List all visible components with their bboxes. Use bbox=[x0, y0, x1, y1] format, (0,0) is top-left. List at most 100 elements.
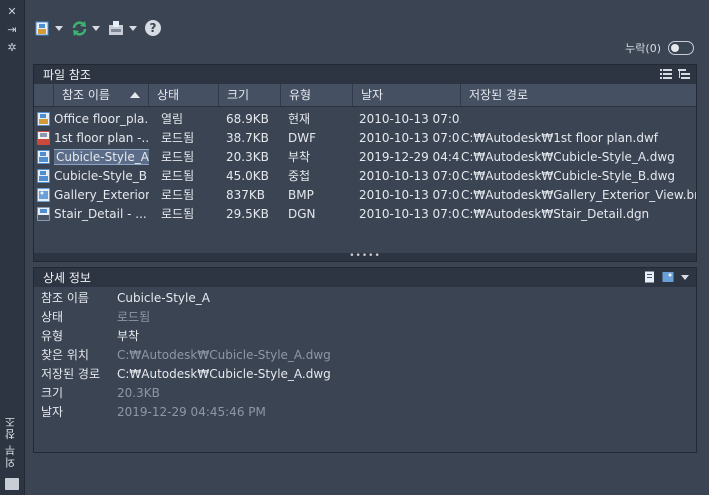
ref-size: 837KB bbox=[226, 188, 266, 202]
ref-status: 로드됨 bbox=[161, 188, 195, 202]
detail-value: 20.3KB bbox=[117, 386, 160, 400]
ref-type: 현재 bbox=[288, 112, 311, 126]
palette-icon bbox=[5, 478, 19, 490]
ref-name: Gallery_Exterior... bbox=[54, 188, 149, 202]
dwg-icon bbox=[37, 169, 50, 183]
detail-row: 참조 이름 Cubicle-Style_A bbox=[34, 289, 696, 308]
settings-icon[interactable]: ✲ bbox=[5, 42, 19, 54]
column-headers: 참조 이름 상태 크기 유형 날자 저장된 경로 bbox=[34, 84, 696, 107]
detail-label: 크기 bbox=[41, 386, 64, 400]
ref-status: 로드됨 bbox=[161, 169, 195, 183]
change-path-icon bbox=[109, 21, 123, 35]
missing-toggle[interactable] bbox=[668, 41, 694, 55]
chevron-down-icon[interactable] bbox=[129, 25, 137, 31]
table-row[interactable]: Cubicle-Style_B 로드됨 45.0KB 중첩 2010-10-13… bbox=[34, 167, 696, 186]
details-panel: 상세 정보 참조 이름 Cubicle-Style_A 상태 로드됨 유형 부착 찾은… bbox=[33, 267, 697, 453]
detail-row: 찾은 위치 C:₩Autodesk₩Cubicle-Style_A.dwg bbox=[34, 346, 696, 365]
panel-title: 파일 참조 bbox=[43, 68, 91, 82]
ref-path: C:₩Autodesk₩Stair_Detail.dgn bbox=[461, 207, 650, 221]
ref-name-selected: Cubicle-Style_A bbox=[54, 149, 149, 165]
ref-size: 38.7KB bbox=[226, 131, 269, 145]
file-references-panel: 파일 참조 참조 이름 상태 크기 유형 날자 저장된 경로 Office fl… bbox=[33, 64, 697, 262]
ref-status: 로드됨 bbox=[161, 150, 195, 164]
refresh-icon bbox=[72, 20, 87, 36]
close-icon[interactable]: ✕ bbox=[5, 6, 19, 18]
dgn-icon bbox=[37, 207, 50, 221]
ref-path: C:₩Autodesk₩Cubicle-Style_A.dwg bbox=[461, 150, 675, 164]
detail-label: 유형 bbox=[41, 329, 64, 343]
palette-title: 외부 참조 bbox=[4, 415, 17, 469]
column-status[interactable]: 상태 bbox=[149, 84, 219, 106]
detail-value[interactable]: 부착 bbox=[117, 327, 139, 346]
splitter-grip[interactable]: ••••• bbox=[34, 252, 696, 261]
detail-label: 참조 이름 bbox=[41, 291, 89, 305]
sort-ascending-icon bbox=[130, 92, 140, 98]
table-row[interactable]: Office floor_pla... 열림 68.9KB 현재 2010-10… bbox=[34, 110, 696, 129]
detail-row: 날자 2019-12-29 04:45:46 PM bbox=[34, 403, 696, 422]
ref-date: 2010-10-13 07:0... bbox=[359, 131, 461, 145]
change-path-button[interactable] bbox=[108, 20, 137, 36]
details-view-icon[interactable] bbox=[644, 271, 656, 283]
column-type[interactable]: 유형 bbox=[281, 84, 353, 106]
refresh-button[interactable] bbox=[71, 20, 100, 37]
ref-date: 2010-10-13 07:0... bbox=[359, 169, 461, 183]
palette-sidebar: ✕ ⇥ ✲ 외부 참조 bbox=[0, 0, 25, 495]
ref-type: DGN bbox=[288, 207, 316, 221]
ref-path: C:₩Autodesk₩1st floor plan.dwf bbox=[461, 131, 658, 145]
image-icon bbox=[37, 188, 50, 202]
dwf-icon bbox=[37, 131, 50, 145]
ref-type: DWF bbox=[288, 131, 317, 145]
help-button[interactable]: ? bbox=[145, 20, 161, 36]
detail-row: 유형 부착 bbox=[34, 327, 696, 346]
chevron-down-icon[interactable] bbox=[92, 25, 100, 31]
column-size[interactable]: 크기 bbox=[219, 84, 281, 106]
column-name[interactable]: 참조 이름 bbox=[54, 84, 149, 106]
missing-label: 누락(0) bbox=[625, 42, 661, 55]
preview-icon[interactable] bbox=[662, 271, 674, 283]
detail-label: 찾은 위치 bbox=[41, 348, 89, 362]
detail-row: 저장된 경로 C:₩Autodesk₩Cubicle-Style_A.dwg bbox=[34, 365, 696, 384]
detail-label: 날자 bbox=[41, 405, 64, 419]
table-row[interactable]: Cubicle-Style_A 로드됨 20.3KB 부착 2019-12-29… bbox=[34, 148, 696, 167]
missing-toggle-wrap: 누락(0) bbox=[625, 40, 694, 56]
ref-path: C:₩Autodesk₩Cubicle-Style_B.dwg bbox=[461, 169, 676, 183]
chevron-down-icon[interactable] bbox=[55, 25, 63, 31]
pin-icon[interactable]: ⇥ bbox=[5, 24, 19, 36]
table-row[interactable]: 1st floor plan -... 로드됨 38.7KB DWF 2010-… bbox=[34, 129, 696, 148]
tree-view-icon[interactable] bbox=[678, 68, 690, 80]
detail-row: 크기 20.3KB bbox=[34, 384, 696, 403]
ref-name: Cubicle-Style_B bbox=[54, 169, 147, 183]
detail-value[interactable]: Cubicle-Style_A bbox=[117, 289, 210, 308]
detail-label: 상태 bbox=[41, 310, 64, 324]
ref-date: 2019-12-29 04:4... bbox=[359, 150, 461, 164]
detail-row: 상태 로드됨 bbox=[34, 308, 696, 327]
detail-value[interactable]: C:₩Autodesk₩Cubicle-Style_A.dwg bbox=[117, 365, 331, 384]
list-view-icon[interactable] bbox=[660, 68, 672, 80]
table-row[interactable]: Stair_Detail - ... 로드됨 29.5KB DGN 2010-1… bbox=[34, 205, 696, 224]
dwg-icon bbox=[37, 150, 50, 164]
ref-date: 2010-10-13 07:0... bbox=[359, 112, 461, 126]
attach-icon bbox=[35, 21, 49, 36]
column-saved-path[interactable]: 저장된 경로 bbox=[461, 84, 696, 106]
reference-list: Office floor_pla... 열림 68.9KB 현재 2010-10… bbox=[34, 107, 696, 224]
column-icon bbox=[34, 84, 54, 106]
ref-name: Office floor_pla... bbox=[54, 112, 149, 126]
ref-name: Stair_Detail - ... bbox=[54, 207, 147, 221]
ref-status: 로드됨 bbox=[161, 131, 195, 145]
attach-button[interactable] bbox=[35, 20, 63, 36]
table-row[interactable]: Gallery_Exterior... 로드됨 837KB BMP 2010-1… bbox=[34, 186, 696, 205]
detail-value: C:₩Autodesk₩Cubicle-Style_A.dwg bbox=[117, 348, 331, 362]
ref-size: 29.5KB bbox=[226, 207, 269, 221]
detail-value: 로드됨 bbox=[117, 310, 151, 324]
ref-type: 중첩 bbox=[288, 169, 311, 183]
xref-palette: ? 누락(0) 파일 참조 참조 이름 상태 크기 유형 날자 저장된 경로 O… bbox=[25, 0, 709, 495]
ref-date: 2010-10-13 07:0... bbox=[359, 207, 461, 221]
dwg-icon bbox=[37, 112, 50, 126]
column-date[interactable]: 날자 bbox=[353, 84, 461, 106]
detail-value: 2019-12-29 04:45:46 PM bbox=[117, 405, 266, 419]
chevron-down-icon[interactable] bbox=[680, 271, 690, 283]
detail-label: 저장된 경로 bbox=[41, 367, 101, 381]
ref-status: 로드됨 bbox=[161, 207, 195, 221]
file-references-header: 파일 참조 bbox=[34, 65, 696, 84]
panel-title: 상세 정보 bbox=[43, 271, 91, 285]
